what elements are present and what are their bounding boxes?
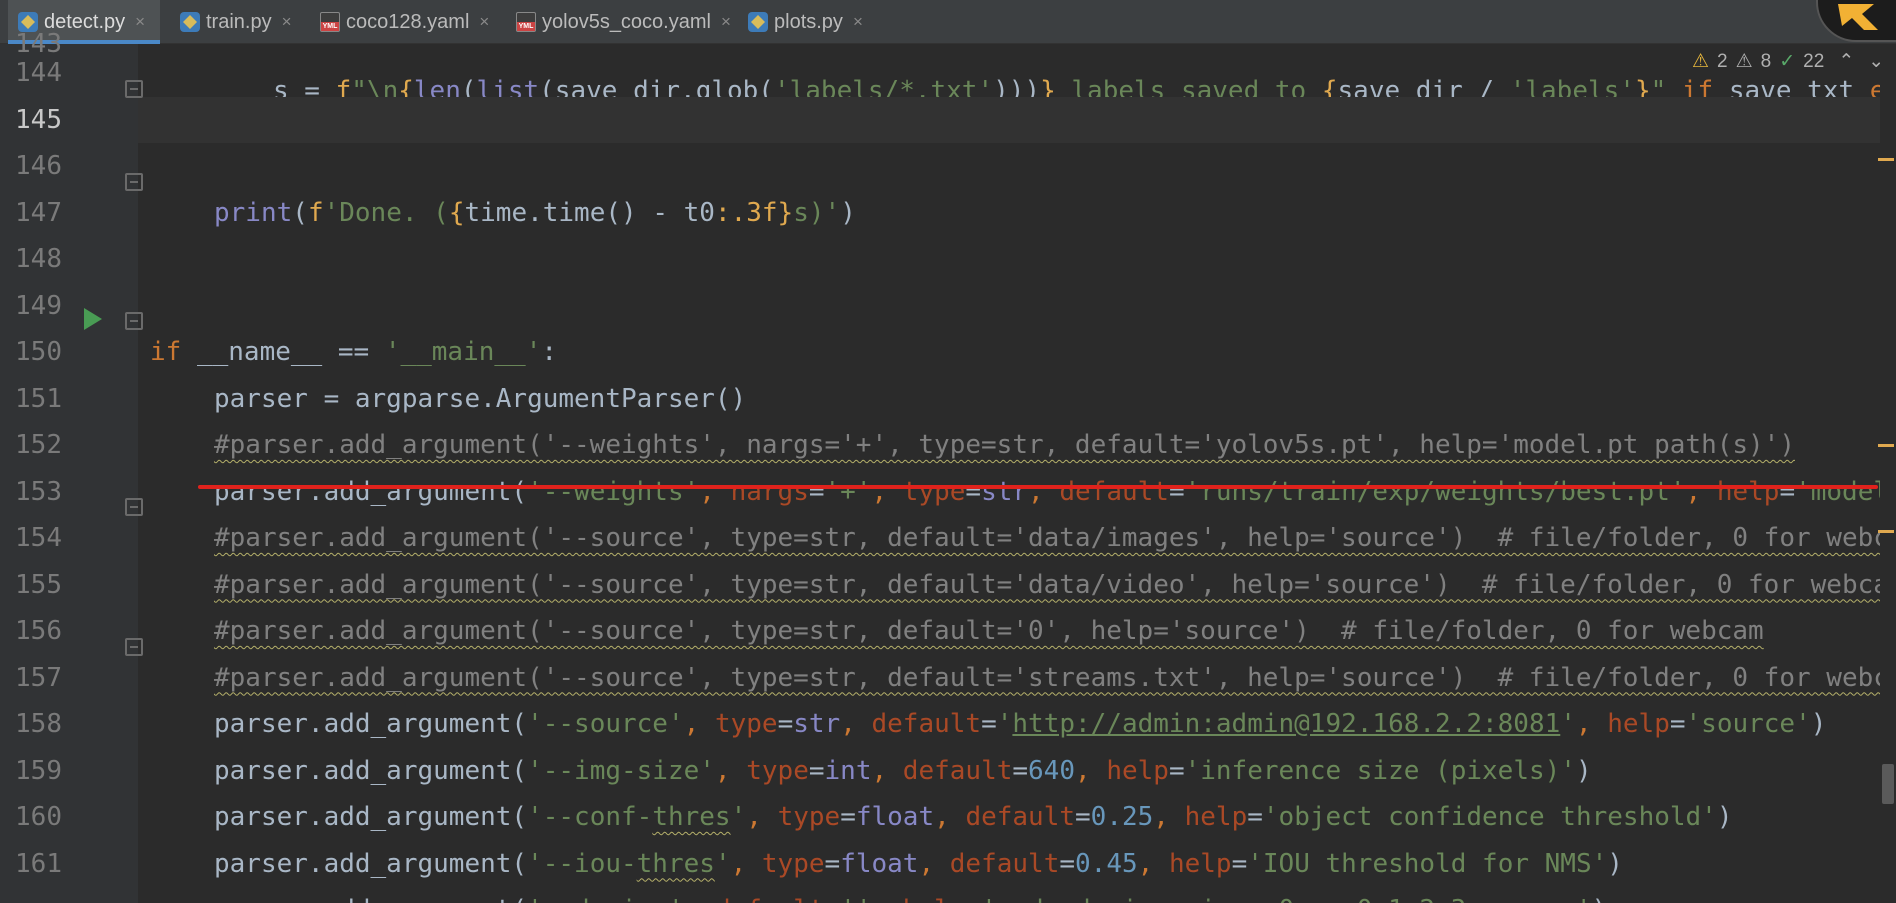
chevron-up-icon[interactable]: ⌃	[1838, 50, 1854, 73]
line-number: 156	[15, 616, 62, 646]
code-line: print(f"Results saved to {save_dir}{s}")	[138, 50, 1896, 135]
red-underline-annotation	[198, 485, 1878, 489]
weak-warning-count: 8	[1760, 50, 1772, 72]
code-line: #parser.add_argument('--weights', nargs=…	[138, 376, 1896, 460]
fold-marker-icon[interactable]	[125, 173, 143, 191]
fold-marker-icon[interactable]	[125, 80, 143, 98]
line-number: 147	[15, 197, 62, 228]
line-number: 155	[15, 569, 62, 600]
tab-train-py[interactable]: train.py ×	[170, 0, 310, 44]
code-line: parser.add_argument('--weights', nargs='…	[138, 422, 1896, 507]
yaml-file-icon	[516, 12, 536, 32]
editor-tab-bar: detect.py × train.py × coco128.yaml × yo…	[0, 0, 1896, 44]
run-icon[interactable]	[84, 308, 102, 330]
line-number: 151	[15, 383, 62, 414]
code-text: print(f'Done. ({time.time() - t0:.3f}s)'…	[214, 197, 856, 228]
code-line: parser.add_argument('--source', type=str…	[138, 655, 1896, 739]
python-file-icon	[748, 12, 768, 32]
code-line: parser.add_argument('--device', default=…	[138, 841, 1896, 903]
line-number: 153	[15, 476, 62, 507]
close-icon[interactable]: ×	[853, 12, 863, 32]
tab-label: plots.py	[774, 10, 843, 33]
code-line: if __name__ == '__main__':	[138, 283, 1896, 367]
line-number: 146	[15, 151, 62, 181]
typo-check-icon: ✓	[1779, 51, 1796, 72]
code-line: parser.add_argument('--img-size', type=i…	[138, 701, 1896, 786]
code-line: #parser.add_argument('--source', type=st…	[138, 515, 1896, 600]
current-code-line	[138, 96, 1896, 143]
tab-plots-py[interactable]: plots.py ×	[738, 0, 880, 44]
code-line: parser.add_argument('--iou-thres', type=…	[138, 794, 1896, 879]
warning-count: 2	[1717, 50, 1728, 72]
warning-icon: ⚠	[1692, 51, 1710, 72]
code-editor[interactable]: s = f"\n{len(list(save_dir.glob('labels/…	[138, 44, 1896, 903]
plugin-avatar-icon[interactable]	[1816, 0, 1896, 42]
inspection-widget[interactable]: ⚠ 2 ⚠ 8 ✓ 22 ⌃ ⌄	[1688, 50, 1896, 73]
fold-marker-icon[interactable]	[125, 498, 143, 516]
typo-count: 22	[1803, 50, 1825, 72]
close-icon[interactable]: ×	[721, 12, 731, 32]
code-line: #parser.add_argument('--source', type=st…	[138, 608, 1896, 693]
line-number: 150	[15, 337, 62, 367]
line-number: 157	[15, 662, 62, 693]
scrollbar-marker	[1878, 530, 1894, 533]
code-line: parser.add_argument('--conf-thres', type…	[138, 748, 1896, 832]
fold-marker-icon[interactable]	[125, 312, 143, 330]
close-icon[interactable]: ×	[282, 12, 292, 32]
line-number: 158	[15, 709, 62, 739]
line-number: 160	[15, 802, 62, 832]
line-number: 145	[15, 104, 62, 135]
scrollbar-marker	[1878, 444, 1894, 447]
python-file-icon	[180, 12, 200, 32]
yaml-file-icon	[320, 12, 340, 32]
line-number: 144	[15, 58, 62, 88]
code-line: parser = argparse.ArgumentParser()	[138, 329, 1896, 414]
line-number: 159	[15, 755, 62, 786]
line-number: 154	[15, 523, 62, 553]
tab-label: train.py	[206, 10, 272, 33]
close-icon[interactable]: ×	[135, 12, 145, 32]
tab-label: coco128.yaml	[346, 10, 470, 33]
line-number: 149	[15, 290, 62, 321]
code-line: #parser.add_argument('--source', type=st…	[138, 562, 1896, 646]
code-line: print(f'Done. ({time.time() - t0:.3f}s)'…	[138, 143, 1896, 228]
line-number: 161	[15, 848, 62, 879]
scrollbar-marker	[1878, 158, 1894, 161]
weak-warning-icon: ⚠	[1735, 51, 1753, 72]
code-text: parser.add_argument('--device', default=…	[214, 887, 1607, 903]
line-number: 152	[15, 430, 62, 460]
close-icon[interactable]: ×	[479, 12, 489, 32]
scrollbar-thumb[interactable]	[1882, 764, 1894, 804]
tab-yolov5s-coco-yaml[interactable]: yolov5s_coco.yaml ×	[506, 0, 738, 44]
tab-label: yolov5s_coco.yaml	[542, 10, 711, 33]
code-line: #parser.add_argument('--source', type=st…	[138, 469, 1896, 553]
tab-coco128-yaml[interactable]: coco128.yaml ×	[310, 0, 506, 44]
fold-marker-icon[interactable]	[125, 638, 143, 656]
line-number: 148	[15, 244, 62, 274]
